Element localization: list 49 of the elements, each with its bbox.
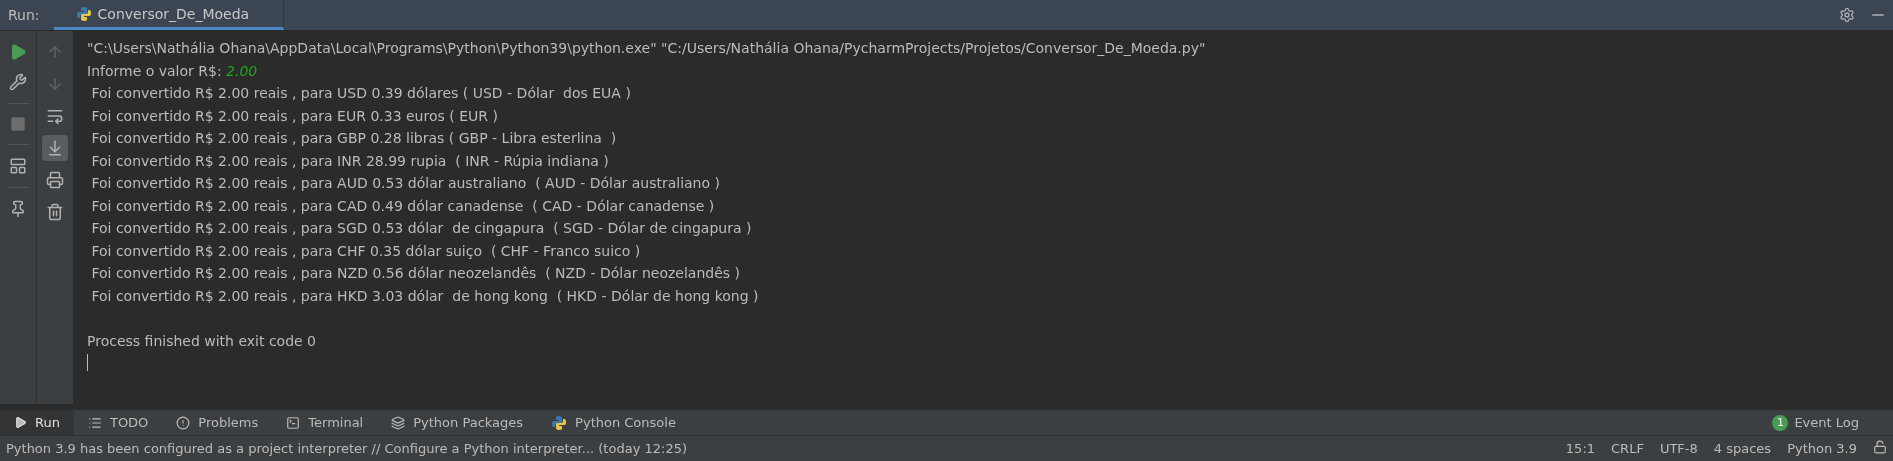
layout-icon[interactable]	[9, 157, 27, 175]
status-item[interactable]: 15:1	[1565, 441, 1596, 456]
arrow-to-line-icon	[46, 139, 64, 157]
console-line: Foi convertido R$ 2.00 reais , para GBP 0.28 libras ( GBP - Libra esterlina )	[90, 129, 618, 148]
console-line: Foi convertido R$ 2.00 reais , para CHF 0.35 dólar suiço ( CHF - Franco suico )	[90, 241, 642, 261]
console-line: Foi convertido R$ 2.00 reais , para NZD 0.56 dólar neozelandês ( NZD - Dólar neozelandês )	[90, 264, 741, 283]
unlock-icon[interactable]	[1873, 440, 1887, 454]
status-item[interactable]: CRLF	[1611, 441, 1644, 456]
tool-window-tab[interactable]: Python Console	[537, 410, 690, 435]
tool-window-tab[interactable]: Run	[0, 410, 74, 435]
tool-window-tab[interactable]: Problems	[162, 410, 273, 435]
tool-window-tab[interactable]: TODO	[73, 410, 163, 435]
console-line: Foi convertido R$ 2.00 reais , para USD 0.39 dólares ( USD - Dólar dos EUA )	[90, 84, 632, 103]
status-item[interactable]: Python 3.9	[1787, 441, 1857, 456]
wrap-icon	[46, 107, 64, 125]
console-line: Foi convertido R$ 2.00 reais , para HKD 3.03 dólar de hong kong ( HKD - Dólar de hong kong )	[90, 286, 760, 306]
console-line: Foi convertido R$ 2.00 reais , para SGD 0.53 dólar de cingapura ( SGD - Dólar de cingapura )	[90, 219, 753, 238]
python-logo-icon	[551, 414, 568, 431]
trash-icon	[46, 203, 64, 221]
list-icon	[87, 415, 102, 430]
status-item[interactable]: 4 spaces	[1713, 441, 1772, 456]
settings-icon[interactable]	[1839, 7, 1855, 23]
console-line: Process finished with exit code 0	[87, 331, 317, 351]
printer-icon	[46, 171, 64, 189]
console-line: Foi convertido R$ 2.00 reais , para CAD 0.49 dólar canadense ( CAD - Dólar canadense )	[90, 196, 716, 216]
scroll-to-end-button[interactable]	[42, 135, 68, 161]
text-cursor	[87, 354, 88, 371]
console-line: Foi convertido R$ 2.00 reais , para INR 28.99 rupia ( INR - Rúpia indiana )	[90, 151, 610, 171]
tool-window-tab[interactable]: Python Packages	[377, 410, 538, 435]
play-icon	[14, 416, 27, 429]
status-item[interactable]: UTF-8	[1659, 441, 1698, 456]
tool-window-tab[interactable]: Terminal	[272, 410, 378, 435]
console-line: Foi convertido R$ 2.00 reais , para EUR 0.33 euros ( EUR )	[90, 106, 499, 126]
typed-value: 2.00	[226, 62, 258, 79]
run-label: Run:	[7, 6, 41, 25]
console-line: "C:\Users\Nathália Ohana\AppData\Local\Programs\Python\Python39\python.exe" "C:/Users/Nathália Ohana/PycharmProjects/Projetos/Conversor_De_Moeda.py"	[87, 39, 1207, 58]
console-line: Foi convertido R$ 2.00 reais , para AUD 0.53 dólar australiano ( AUD - Dólar australiano )	[90, 174, 721, 193]
layers-icon	[391, 415, 406, 430]
run-icon[interactable]	[9, 43, 27, 61]
down-arrow-icon	[46, 75, 64, 93]
python-logo-icon	[75, 5, 92, 22]
status-message: Python 3.9 has been configured as a project interpreter // Configure a Python interpreter... (today 12:25)	[6, 441, 687, 456]
notification-badge: 1	[1772, 414, 1789, 431]
wrench-icon[interactable]	[9, 73, 27, 91]
console-prompt: Informe o valor R$:	[87, 62, 223, 79]
alert-icon	[176, 415, 191, 430]
terminal-icon	[286, 415, 301, 430]
pin-icon[interactable]	[9, 200, 27, 218]
event-log-link[interactable]: Event Log	[1794, 415, 1859, 430]
